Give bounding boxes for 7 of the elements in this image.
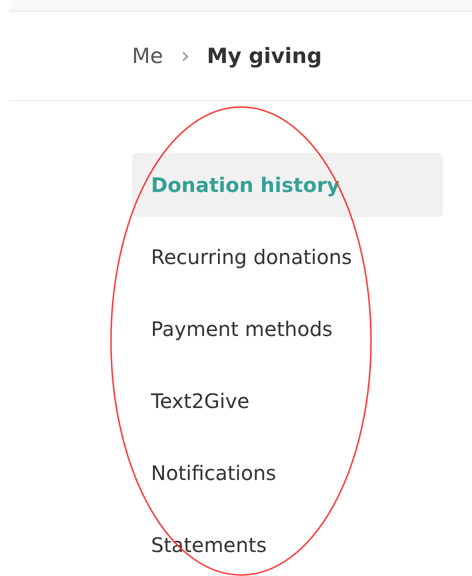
menu-item[interactable]: Recurring donations [132, 225, 443, 289]
menu-item[interactable]: Text2Give [132, 369, 443, 433]
menu-item[interactable]: Notifications [132, 441, 443, 505]
menu-item[interactable]: Payment methods [132, 297, 443, 361]
breadcrumb-link[interactable]: Me [132, 44, 164, 68]
breadcrumb-separator: › [181, 44, 190, 68]
breadcrumb-current: My giving [206, 44, 322, 68]
